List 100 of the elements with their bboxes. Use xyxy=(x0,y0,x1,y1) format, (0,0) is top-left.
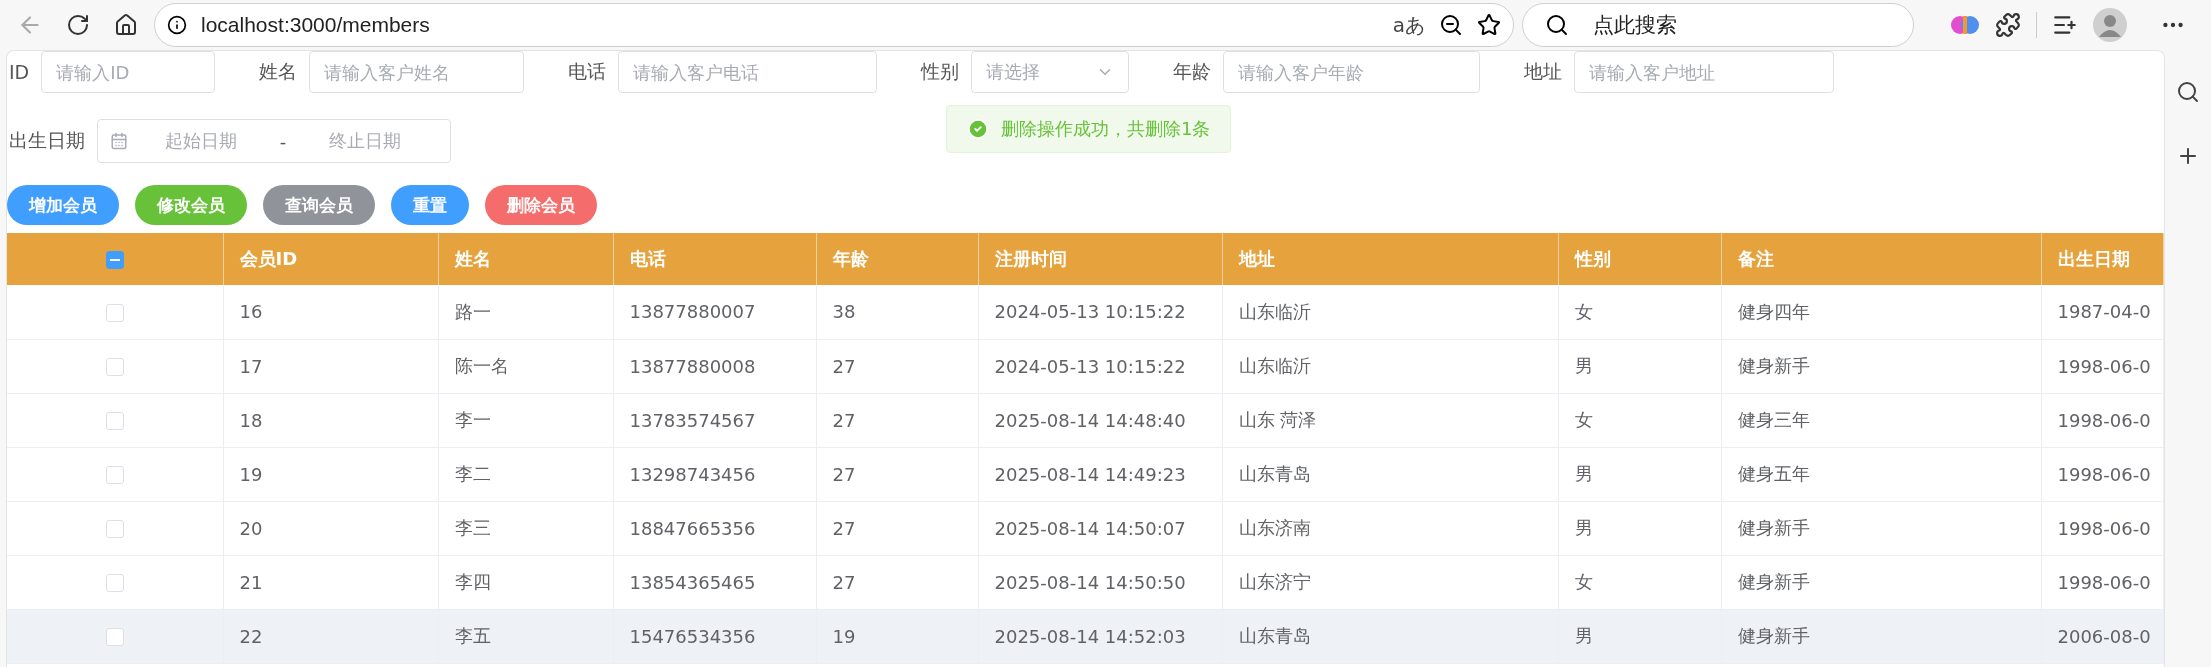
field-label: 年龄 xyxy=(1173,59,1212,84)
column-header: 电话 xyxy=(613,233,816,285)
table-cell: 男 xyxy=(1558,609,1721,663)
table-cell: 健身五年 xyxy=(1721,447,2041,501)
table-cell: 路一 xyxy=(438,285,613,339)
calendar-icon xyxy=(110,132,128,150)
address-bar[interactable]: localhost:3000/members aあ xyxy=(154,3,1514,47)
select-field[interactable]: 请选择 xyxy=(971,51,1130,93)
table-cell: 山东 菏泽 xyxy=(1222,393,1558,447)
row-checkbox[interactable] xyxy=(105,573,124,592)
table-cell: 男 xyxy=(1558,501,1721,555)
table-cell: 山东济宁 xyxy=(1222,555,1558,609)
success-toast: 删除操作成功，共删除1条 xyxy=(946,105,1232,153)
table-cell: 16 xyxy=(223,285,438,339)
table-cell: 19 xyxy=(816,609,978,663)
column-header: 姓名 xyxy=(438,233,613,285)
table-cell: 27 xyxy=(816,393,978,447)
table-cell: 女 xyxy=(1558,285,1721,339)
column-header: 备注 xyxy=(1721,233,2041,285)
end-date-placeholder: 终止日期 xyxy=(328,129,403,153)
column-header: 年龄 xyxy=(816,233,978,285)
table-cell: 李三 xyxy=(438,501,613,555)
table-cell: 13783574567 xyxy=(613,393,816,447)
table-cell: 1987-04-0 xyxy=(2041,285,2164,339)
date-range-field[interactable]: 起始日期 - 终止日期 xyxy=(97,119,451,163)
column-header: 性别 xyxy=(1558,233,1721,285)
field-label: 地址 xyxy=(1524,59,1563,84)
avatar-icon[interactable] xyxy=(2093,8,2127,42)
info-icon[interactable] xyxy=(167,15,187,35)
field-label: 姓名 xyxy=(259,59,298,84)
search-icon[interactable] xyxy=(2176,80,2200,104)
table-cell: 20 xyxy=(223,501,438,555)
column-header: 会员ID xyxy=(223,233,438,285)
action-button[interactable]: 删除会员 xyxy=(485,185,597,225)
table-cell: 27 xyxy=(816,339,978,393)
table-cell: 健身新手 xyxy=(1721,501,2041,555)
table-cell: 1998-06-0 xyxy=(2041,555,2164,609)
table-cell: 2025-08-14 14:50:07 xyxy=(978,501,1222,555)
table-cell: 22 xyxy=(223,609,438,663)
table-cell: 2024-05-13 10:15:22 xyxy=(978,339,1222,393)
select-all-checkbox[interactable] xyxy=(105,250,124,269)
action-button[interactable]: 重置 xyxy=(391,185,469,225)
table-cell: 女 xyxy=(1558,393,1721,447)
minus-icon xyxy=(109,258,120,261)
action-button[interactable]: 修改会员 xyxy=(135,185,247,225)
row-checkbox[interactable] xyxy=(105,357,124,376)
table-cell: 健身四年 xyxy=(1721,285,2041,339)
action-button[interactable]: 增加会员 xyxy=(7,185,119,225)
table-cell: 山东青岛 xyxy=(1222,609,1558,663)
row-checkbox[interactable] xyxy=(105,303,124,322)
table-cell: 27 xyxy=(816,447,978,501)
table-cell: 女 xyxy=(1558,555,1721,609)
input-field[interactable]: 请输入客户地址 xyxy=(1574,51,1835,93)
table-cell: 李五 xyxy=(438,609,613,663)
table-cell: 2025-08-14 14:52:03 xyxy=(978,609,1222,663)
table-cell: 27 xyxy=(816,501,978,555)
table-cell: 山东临沂 xyxy=(1222,339,1558,393)
search-icon xyxy=(1545,13,1569,37)
table-cell: 男 xyxy=(1558,339,1721,393)
table-cell: 男 xyxy=(1558,447,1721,501)
table-cell: 13298743456 xyxy=(613,447,816,501)
column-header: 注册时间 xyxy=(978,233,1222,285)
row-checkbox[interactable] xyxy=(105,465,124,484)
field-label: 电话 xyxy=(568,59,607,84)
table-cell: 山东济南 xyxy=(1222,501,1558,555)
table-cell: 健身新手 xyxy=(1721,555,2041,609)
table-cell: 2025-08-14 14:48:40 xyxy=(978,393,1222,447)
action-button[interactable]: 查询会员 xyxy=(263,185,375,225)
read-aloud-glyph[interactable]: aあ xyxy=(1392,11,1425,39)
input-field[interactable]: 请输入客户姓名 xyxy=(309,51,525,93)
table-cell: 健身三年 xyxy=(1721,393,2041,447)
table-cell: 15476534356 xyxy=(613,609,816,663)
table-cell: 李二 xyxy=(438,447,613,501)
input-field[interactable]: 请输入客户年龄 xyxy=(1223,51,1481,93)
table-cell: 21 xyxy=(223,555,438,609)
zoom-out-icon[interactable] xyxy=(1439,13,1463,37)
row-checkbox[interactable] xyxy=(105,627,124,646)
row-checkbox[interactable] xyxy=(105,519,124,538)
table-cell: 19 xyxy=(223,447,438,501)
field-label: 性别 xyxy=(921,59,960,84)
input-field[interactable]: 请输入客户电话 xyxy=(618,51,878,93)
table-cell: 2006-08-0 xyxy=(2041,609,2164,663)
star-icon[interactable] xyxy=(1477,13,1501,37)
table-cell: 13877880008 xyxy=(613,339,816,393)
range-separator: - xyxy=(278,130,288,152)
table-cell: 13877880007 xyxy=(613,285,816,339)
input-field[interactable]: 请输入ID xyxy=(41,51,216,93)
table-cell: 山东临沂 xyxy=(1222,285,1558,339)
table-cell: 1998-06-0 xyxy=(2041,501,2164,555)
table-cell: 健身新手 xyxy=(1721,609,2041,663)
table-cell: 2024-05-13 10:15:22 xyxy=(978,285,1222,339)
table-cell: 18 xyxy=(223,393,438,447)
table-cell: 李一 xyxy=(438,393,613,447)
check-icon xyxy=(967,118,989,140)
column-header: 地址 xyxy=(1222,233,1558,285)
search-field[interactable]: 点此搜索 xyxy=(1522,3,1914,47)
table-cell: 13854365465 xyxy=(613,555,816,609)
table-cell: 17 xyxy=(223,339,438,393)
table-cell: 健身新手 xyxy=(1721,339,2041,393)
row-checkbox[interactable] xyxy=(105,411,124,430)
